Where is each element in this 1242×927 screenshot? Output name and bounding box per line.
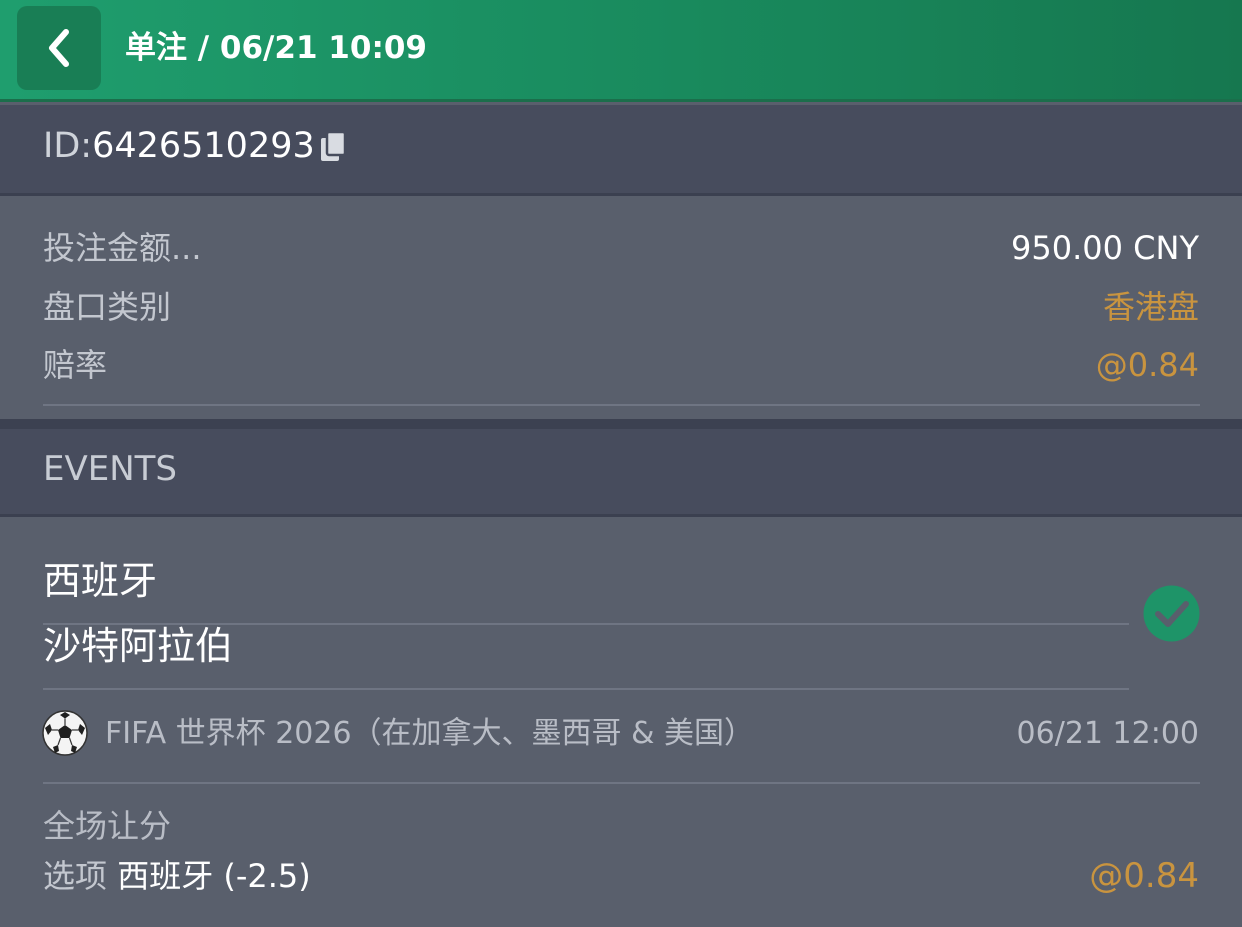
divider — [43, 688, 1129, 690]
ticket-id: ID:6426510293 — [43, 124, 315, 168]
ticket-id-value: 6426510293 — [92, 126, 315, 166]
selection-value: 西班牙 (-2.5) — [117, 857, 311, 895]
back-button[interactable] — [17, 6, 101, 90]
ticket-id-label: ID: — [43, 126, 93, 166]
selection: 选项 西班牙 (-2.5) — [43, 854, 311, 898]
events-title: EVENTS — [43, 449, 178, 489]
kickoff-time: 06/21 12:00 — [1016, 716, 1199, 751]
odds-value: @0.84 — [1095, 346, 1199, 384]
odds-label: 赔率 — [43, 346, 108, 384]
selection-odds: @0.84 — [1089, 856, 1199, 896]
divider — [43, 782, 1200, 784]
events-header — [0, 429, 1242, 517]
chevron-left-icon — [49, 29, 69, 67]
away-team: 沙特阿拉伯 — [43, 624, 234, 668]
selection-label: 选项 — [43, 857, 108, 895]
odds-type-label: 盘口类别 — [43, 288, 172, 326]
copy-icon[interactable] — [318, 130, 348, 164]
league-name: FIFA 世界杯 2026（在加拿大、墨西哥 & 美国） — [105, 716, 755, 751]
stake-value: 950.00 CNY — [1011, 229, 1199, 267]
check-icon — [1143, 585, 1200, 642]
app-header: 单注 / 06/21 10:09 — [0, 0, 1242, 102]
market-type: 全场让分 — [43, 807, 172, 845]
stake-label: 投注金额... — [43, 229, 202, 267]
odds-type-value: 香港盘 — [1102, 288, 1199, 326]
soccer-ball-icon — [42, 710, 88, 756]
divider — [43, 404, 1200, 406]
section-separator — [0, 419, 1242, 429]
page-title: 单注 / 06/21 10:09 — [125, 30, 427, 66]
home-team: 西班牙 — [43, 559, 158, 603]
